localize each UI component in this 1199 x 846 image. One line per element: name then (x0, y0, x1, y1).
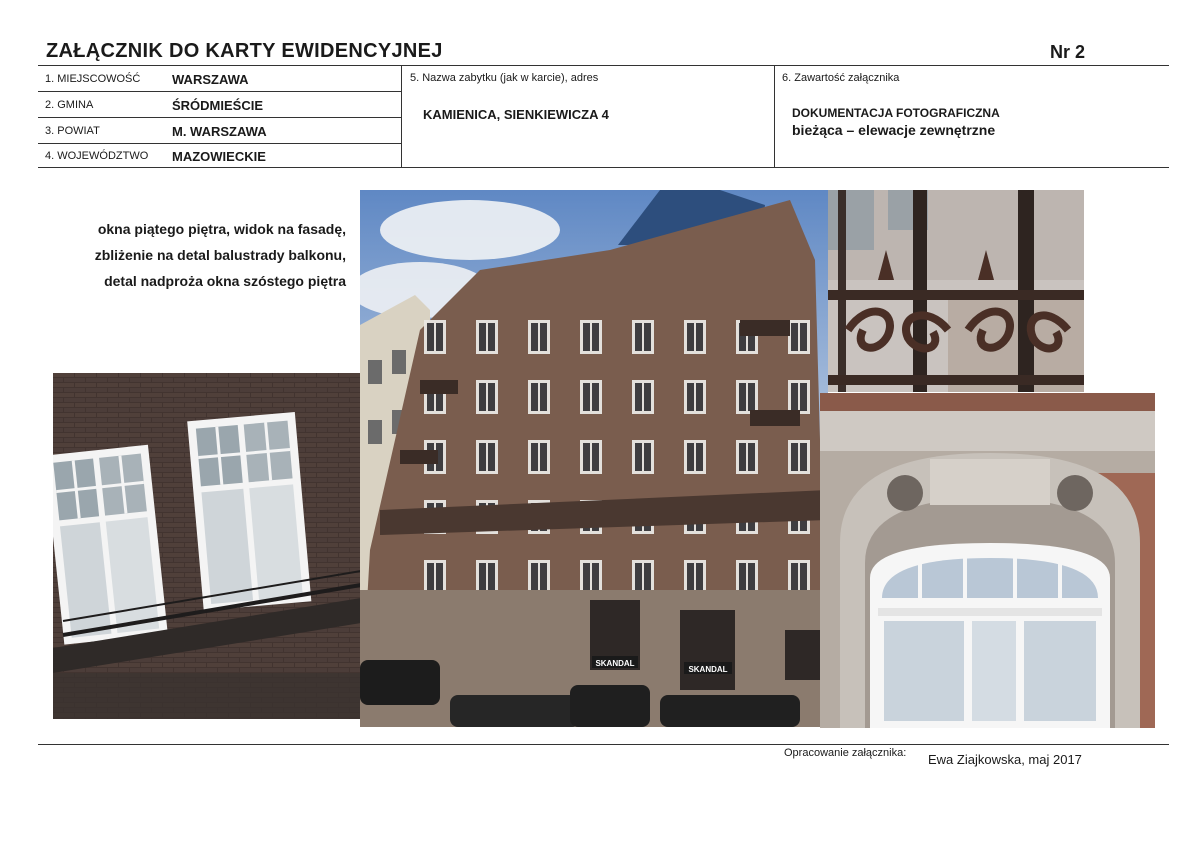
content-value-line2: bieżąca – elewacje zewnętrzne (792, 122, 996, 138)
photo-railing-detail (828, 190, 1084, 392)
row-divider (38, 91, 401, 92)
monument-value: KAMIENICA, SIENKIEWICZA 4 (423, 107, 609, 122)
county-value: M. WARSZAWA (172, 124, 267, 139)
photo-description: okna piątego piętra, widok na fasadę, zb… (40, 216, 346, 294)
county-label: 3. POWIAT (45, 125, 100, 137)
row-divider (38, 143, 401, 144)
shop-sign-1: SKANDAL (595, 659, 634, 668)
attachment-number: Nr 2 (1050, 42, 1086, 62)
table-top-border (38, 65, 1169, 66)
photo-lintel-detail (820, 393, 1155, 728)
description-line-1: okna piątego piętra, widok na fasadę, (97, 221, 346, 237)
table-bottom-border (38, 167, 1169, 168)
column-divider (774, 65, 775, 167)
footer-divider (38, 744, 1169, 745)
commune-label: 2. GMINA (45, 99, 94, 111)
voivodeship-label: 4. WOJEWÓDZTWO (45, 150, 149, 162)
author-and-date: Ewa Ziajkowska, maj 2017 (928, 752, 1082, 767)
prepared-by-label: Opracowanie załącznika: (784, 747, 907, 759)
photo-fifth-floor-windows (53, 373, 361, 719)
photo-facade: SKANDAL SKANDAL (360, 190, 828, 727)
voivodeship-value: MAZOWIECKIE (172, 149, 266, 164)
locality-label: 1. MIEJSCOWOŚĆ (45, 73, 141, 85)
description-line-3: detal nadproża okna szóstego piętra (104, 273, 346, 289)
row-divider (38, 117, 401, 118)
locality-value: WARSZAWA (172, 72, 249, 87)
description-line-2: zbliżenie na detal balustrady balkonu, (94, 247, 346, 263)
content-label: 6. Zawartość załącznika (782, 72, 900, 84)
monument-label: 5. Nazwa zabytku (jak w karcie), adres (410, 72, 599, 84)
column-divider (401, 65, 402, 167)
shop-sign-2: SKANDAL (688, 665, 727, 674)
content-value-line1: DOKUMENTACJA FOTOGRAFICZNA (792, 106, 1000, 120)
commune-value: ŚRÓDMIEŚCIE (172, 98, 264, 113)
page-title: ZAŁĄCZNIK DO KARTY EWIDENCYJNEJ (46, 40, 443, 62)
